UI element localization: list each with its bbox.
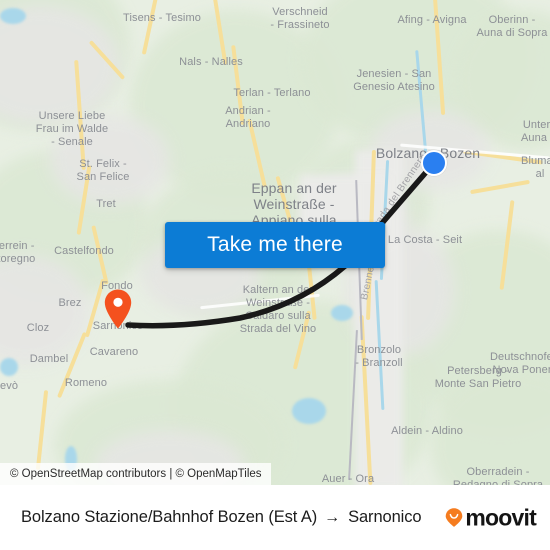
- map-trip-card: Tisens - Tesimo Nals - Nalles Terlan - Ter…: [0, 0, 550, 550]
- take-me-there-button[interactable]: Take me there: [165, 222, 385, 268]
- destination-pin-icon[interactable]: [103, 288, 133, 330]
- trip-footer: Bolzano Stazione/Bahnhof Bozen (Est A) → S…: [0, 485, 550, 550]
- trip-origin-label: Bolzano Stazione/Bahnhof Bozen (Est A): [21, 508, 318, 526]
- trip-summary: Bolzano Stazione/Bahnhof Bozen (Est A) → S…: [21, 508, 422, 527]
- trip-destination-label: Sarnonico: [348, 508, 422, 526]
- map-canvas[interactable]: Tisens - Tesimo Nals - Nalles Terlan - Ter…: [0, 0, 550, 485]
- moovit-pin-icon: [445, 508, 463, 528]
- arrow-right-icon: →: [324, 509, 341, 526]
- origin-dot-icon[interactable]: [421, 150, 447, 176]
- moovit-logo[interactable]: moovit: [445, 504, 537, 530]
- moovit-wordmark: moovit: [465, 504, 536, 530]
- map-attribution[interactable]: © OpenStreetMap contributors | © OpenMap…: [0, 463, 271, 485]
